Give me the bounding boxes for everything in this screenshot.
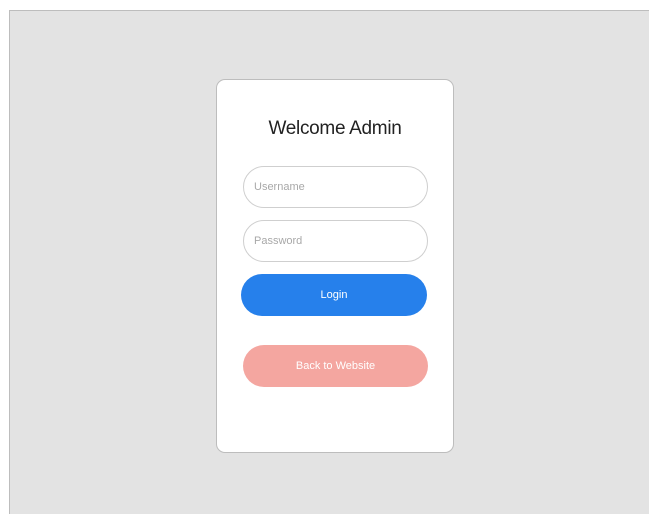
back-to-website-button[interactable]: Back to Website: [243, 345, 428, 387]
login-button[interactable]: Login: [241, 274, 427, 316]
login-card: Welcome Admin Login Back to Website: [216, 79, 454, 453]
login-title: Welcome Admin: [268, 118, 402, 139]
password-input[interactable]: [243, 220, 428, 262]
page-background: Welcome Admin Login Back to Website: [9, 10, 649, 514]
username-input[interactable]: [243, 166, 428, 208]
